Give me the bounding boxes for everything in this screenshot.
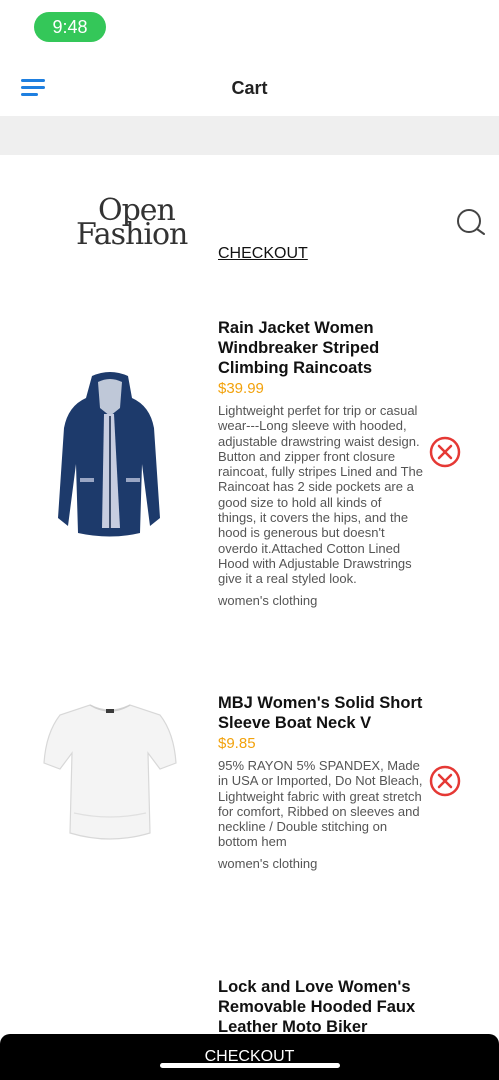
search-icon[interactable]: [455, 207, 487, 239]
page-title: Cart: [231, 78, 268, 98]
logo-line-2: Fashion: [76, 217, 188, 252]
remove-item-icon[interactable]: [429, 765, 461, 797]
product-category: women's clothing: [218, 592, 318, 608]
status-time: 9:48: [34, 12, 106, 42]
header-divider-band: [0, 116, 499, 155]
open-fashion-logo: Open Fashion: [76, 193, 206, 253]
product-title[interactable]: Rain Jacket Women Windbreaker Striped Cl…: [218, 318, 423, 378]
cart-item: MBJ Women's Solid Short Sleeve Boat Neck…: [0, 693, 499, 913]
rain-jacket-image[interactable]: [40, 368, 180, 538]
checkout-link[interactable]: CHECKOUT: [218, 245, 308, 263]
product-price: $39.99: [218, 380, 264, 397]
product-price: $9.85: [218, 735, 256, 752]
product-title[interactable]: MBJ Women's Solid Short Sleeve Boat Neck…: [218, 693, 423, 733]
cart-item: Lock and Love Women's Removable Hooded F…: [0, 977, 499, 1034]
top-header: Cart: [0, 60, 499, 116]
product-info: Rain Jacket Women Windbreaker Striped Cl…: [218, 318, 423, 609]
product-category: women's clothing: [218, 855, 318, 871]
product-title[interactable]: Lock and Love Women's Removable Hooded F…: [218, 977, 423, 1034]
home-indicator: [160, 1063, 340, 1068]
checkout-button[interactable]: CHECKOUT: [0, 1034, 499, 1080]
remove-item-icon[interactable]: [429, 436, 461, 468]
product-description: 95% RAYON 5% SPANDEX, Made in USA or Imp…: [218, 758, 423, 850]
boat-neck-shirt-image[interactable]: [40, 693, 180, 863]
product-info: MBJ Women's Solid Short Sleeve Boat Neck…: [218, 693, 423, 872]
product-description: Lightweight perfet for trip or casual we…: [218, 403, 423, 587]
product-info: Lock and Love Women's Removable Hooded F…: [218, 977, 423, 1034]
cart-item: Rain Jacket Women Windbreaker Striped Cl…: [0, 318, 499, 628]
